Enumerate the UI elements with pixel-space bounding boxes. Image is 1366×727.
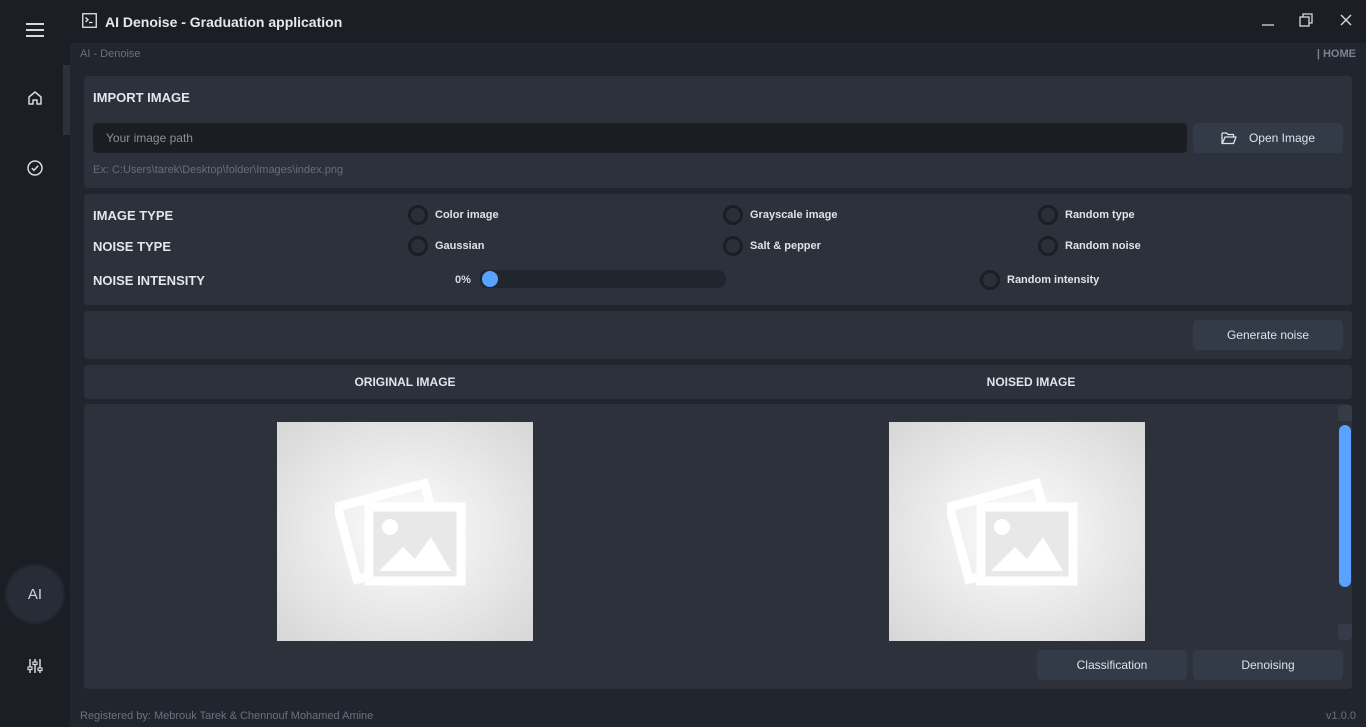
images-panel — [84, 404, 1352, 689]
intensity-value: 0% — [455, 274, 471, 286]
left-sidebar: AI — [0, 0, 70, 727]
sidebar-item-settings[interactable] — [0, 643, 70, 693]
image-placeholder-icon — [331, 469, 475, 594]
sliders-icon — [27, 658, 43, 679]
radio-salt-pepper[interactable]: Salt & pepper — [723, 236, 821, 256]
ai-avatar[interactable]: AI — [5, 564, 65, 624]
sidebar-active-indicator — [63, 65, 70, 135]
image-type-label: IMAGE TYPE — [93, 208, 174, 223]
window-title: AI Denoise - Graduation application — [105, 14, 343, 30]
radio-indicator — [408, 205, 428, 225]
image-path-input[interactable] — [93, 123, 1187, 153]
radio-grayscale-image[interactable]: Grayscale image — [723, 205, 837, 225]
path-hint: Ex: C:Users\tarek\Desktop\folder\Images\… — [93, 164, 344, 176]
noise-intensity-label: NOISE INTENSITY — [93, 273, 205, 288]
radio-indicator — [723, 205, 743, 225]
sidebar-item-home[interactable] — [0, 75, 70, 125]
generate-noise-button[interactable]: Generate noise — [1193, 320, 1343, 350]
radio-label: Color image — [435, 209, 499, 221]
images-header — [84, 365, 1352, 399]
radio-random-noise[interactable]: Random noise — [1038, 236, 1141, 256]
title-bar: AI Denoise - Graduation application — [70, 0, 1366, 43]
generate-panel — [84, 311, 1352, 359]
noised-image-preview — [889, 422, 1145, 641]
original-image-label: ORIGINAL IMAGE — [354, 375, 456, 389]
radio-label: Gaussian — [435, 240, 485, 252]
import-title: IMPORT IMAGE — [93, 90, 190, 105]
minimize-icon — [1262, 13, 1274, 31]
radio-color-image[interactable]: Color image — [408, 205, 499, 225]
radio-random-intensity[interactable]: Random intensity — [980, 270, 1099, 290]
vertical-scrollbar[interactable] — [1338, 405, 1352, 640]
radio-label: Grayscale image — [750, 209, 838, 221]
footer: Registered by: Mebrouk Tarek & Chennouf … — [70, 705, 1366, 727]
radio-gaussian[interactable]: Gaussian — [408, 236, 485, 256]
slider-handle[interactable] — [482, 271, 498, 287]
classification-label: Classification — [1076, 658, 1148, 672]
scroll-thumb[interactable] — [1339, 425, 1351, 587]
noise-type-label: NOISE TYPE — [93, 239, 172, 254]
hamburger-icon — [26, 22, 44, 43]
classification-button[interactable]: Classification — [1037, 650, 1187, 680]
radio-indicator — [1038, 236, 1058, 256]
generate-noise-label: Generate noise — [1226, 328, 1310, 342]
app-window: AI AI Denoise - Graduation application A… — [0, 0, 1366, 727]
sidebar-item-check[interactable] — [0, 145, 70, 195]
radio-label: Salt & pepper — [750, 240, 821, 252]
scroll-up-arrow[interactable] — [1338, 405, 1352, 421]
radio-indicator — [980, 270, 1000, 290]
radio-label: Random type — [1065, 209, 1135, 221]
close-icon — [1340, 13, 1352, 31]
close-button[interactable] — [1331, 8, 1361, 36]
open-image-button[interactable]: Open Image — [1193, 123, 1343, 153]
radio-label: Random intensity — [1007, 274, 1100, 286]
image-placeholder-icon — [943, 469, 1087, 594]
radio-random-type[interactable]: Random type — [1038, 205, 1135, 225]
home-link[interactable]: | HOME — [1317, 48, 1356, 60]
terminal-icon — [82, 13, 97, 33]
intensity-slider[interactable] — [480, 270, 726, 288]
radio-indicator — [1038, 205, 1058, 225]
breadcrumb: AI - Denoise | HOME — [70, 43, 1366, 65]
maximize-button[interactable] — [1291, 8, 1321, 36]
options-panel — [84, 194, 1352, 305]
credits-text: Registered by: Mebrouk Tarek & Chennouf … — [80, 710, 374, 722]
menu-toggle-button[interactable] — [0, 7, 70, 57]
original-image-preview — [277, 422, 533, 641]
open-image-label: Open Image — [1248, 131, 1316, 145]
scroll-down-arrow[interactable] — [1338, 624, 1352, 640]
restore-icon — [1299, 12, 1313, 32]
minimize-button[interactable] — [1253, 8, 1283, 36]
denoising-button[interactable]: Denoising — [1193, 650, 1343, 680]
version-text: v1.0.0 — [1326, 710, 1356, 722]
ai-avatar-label: AI — [27, 585, 43, 603]
home-icon — [27, 90, 43, 111]
folder-open-icon — [1221, 131, 1237, 145]
radio-indicator — [723, 236, 743, 256]
radio-indicator — [408, 236, 428, 256]
breadcrumb-label: AI - Denoise — [80, 48, 141, 60]
radio-label: Random noise — [1065, 240, 1141, 252]
check-circle-icon — [27, 159, 43, 181]
noised-image-label: NOISED IMAGE — [986, 375, 1076, 389]
denoising-label: Denoising — [1241, 658, 1295, 672]
